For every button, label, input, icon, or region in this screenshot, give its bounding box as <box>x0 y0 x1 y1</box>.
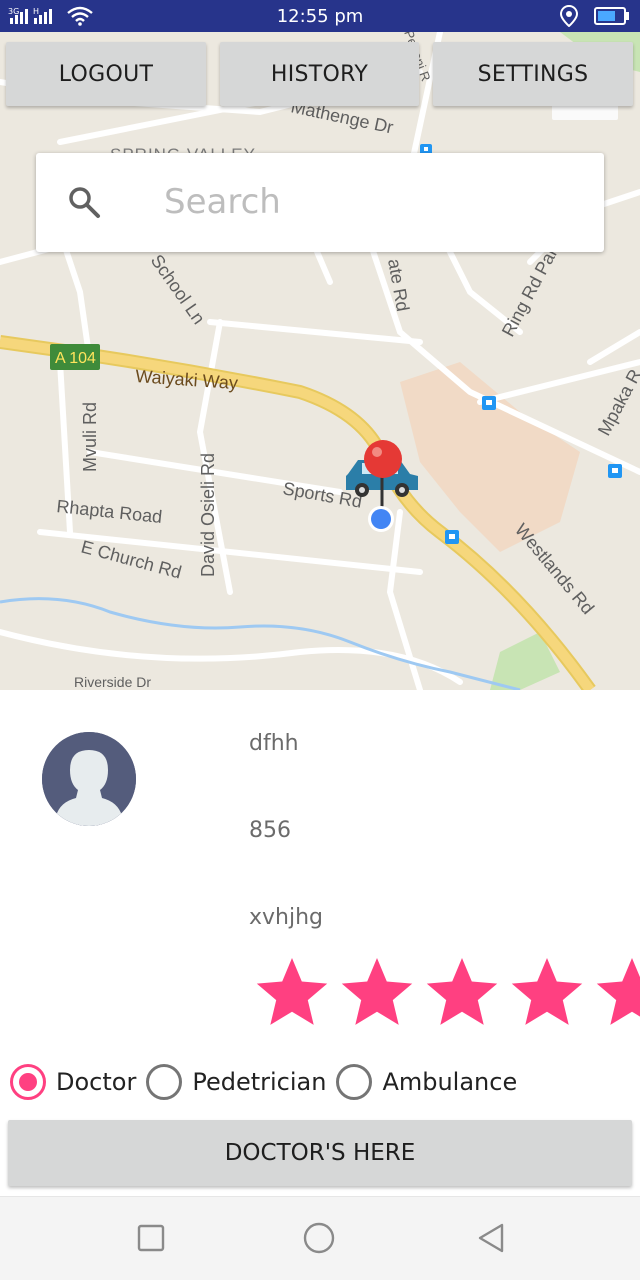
radio-ambulance-circle[interactable] <box>336 1064 373 1100</box>
settings-button[interactable]: SETTINGS <box>433 42 633 106</box>
battery-icon <box>594 7 629 25</box>
star-icon[interactable] <box>596 958 640 1025</box>
search-input[interactable]: Search <box>164 182 281 222</box>
svg-text:Waiyaki Way: Waiyaki Way <box>135 366 239 393</box>
logout-button[interactable]: LOGOUT <box>6 42 206 106</box>
svg-text:David Osieli Rd: David Osieli Rd <box>198 453 218 577</box>
nav-bar <box>0 1196 640 1280</box>
radio-pediatrician-circle[interactable] <box>146 1064 183 1100</box>
radio-doctor[interactable]: Doctor <box>10 1064 136 1100</box>
status-bar: 3G H 12:55 pm <box>0 0 640 32</box>
svg-text:Mvuli Rd: Mvuli Rd <box>80 402 100 472</box>
avatar <box>42 732 136 826</box>
status-right <box>560 5 630 27</box>
driver-detail: xvhjhg <box>249 905 324 930</box>
current-location-icon <box>368 506 394 532</box>
search-icon[interactable] <box>66 184 102 220</box>
radio-doctor-label[interactable]: Doctor <box>56 1068 136 1096</box>
svg-text:Riverside Dr: Riverside Dr <box>74 674 151 690</box>
star-icon[interactable] <box>426 958 498 1025</box>
svg-text:Mpaka R: Mpaka R <box>594 366 640 439</box>
back-icon[interactable] <box>474 1221 508 1255</box>
status-time: 12:55 pm <box>276 6 364 27</box>
home-icon[interactable] <box>302 1221 336 1255</box>
user-silhouette-icon <box>42 732 136 826</box>
svg-text:School Ln: School Ln <box>147 251 209 328</box>
map-view[interactable]: SPRING VALLEY Mathenge Dr School Ln Waiy… <box>0 32 640 690</box>
radio-pediatrician[interactable]: Pedetrician <box>146 1064 326 1100</box>
star-icon[interactable] <box>511 958 583 1025</box>
radio-pediatrician-label[interactable]: Pedetrician <box>192 1068 326 1096</box>
doctors-here-button[interactable]: DOCTOR'S HERE <box>8 1120 632 1186</box>
rating-bar[interactable] <box>252 955 640 1035</box>
driver-name: dfhh <box>249 731 299 756</box>
star-icon[interactable] <box>256 958 328 1025</box>
radio-ambulance[interactable]: Ambulance <box>336 1064 517 1100</box>
radio-ambulance-label[interactable]: Ambulance <box>382 1068 517 1096</box>
location-icon <box>560 5 578 27</box>
history-button[interactable]: HISTORY <box>220 42 419 106</box>
search-box[interactable] <box>36 153 604 252</box>
recents-icon[interactable] <box>134 1221 168 1255</box>
star-icon[interactable] <box>341 958 413 1025</box>
svg-text:A 104: A 104 <box>55 350 96 367</box>
radio-doctor-circle[interactable] <box>10 1064 46 1100</box>
map-canvas[interactable]: SPRING VALLEY Mathenge Dr School Ln Waiy… <box>0 32 640 690</box>
role-radio-group: Doctor Pedetrician Ambulance <box>10 1062 527 1102</box>
driver-number: 856 <box>249 818 291 843</box>
rating-stars[interactable] <box>252 955 640 1035</box>
